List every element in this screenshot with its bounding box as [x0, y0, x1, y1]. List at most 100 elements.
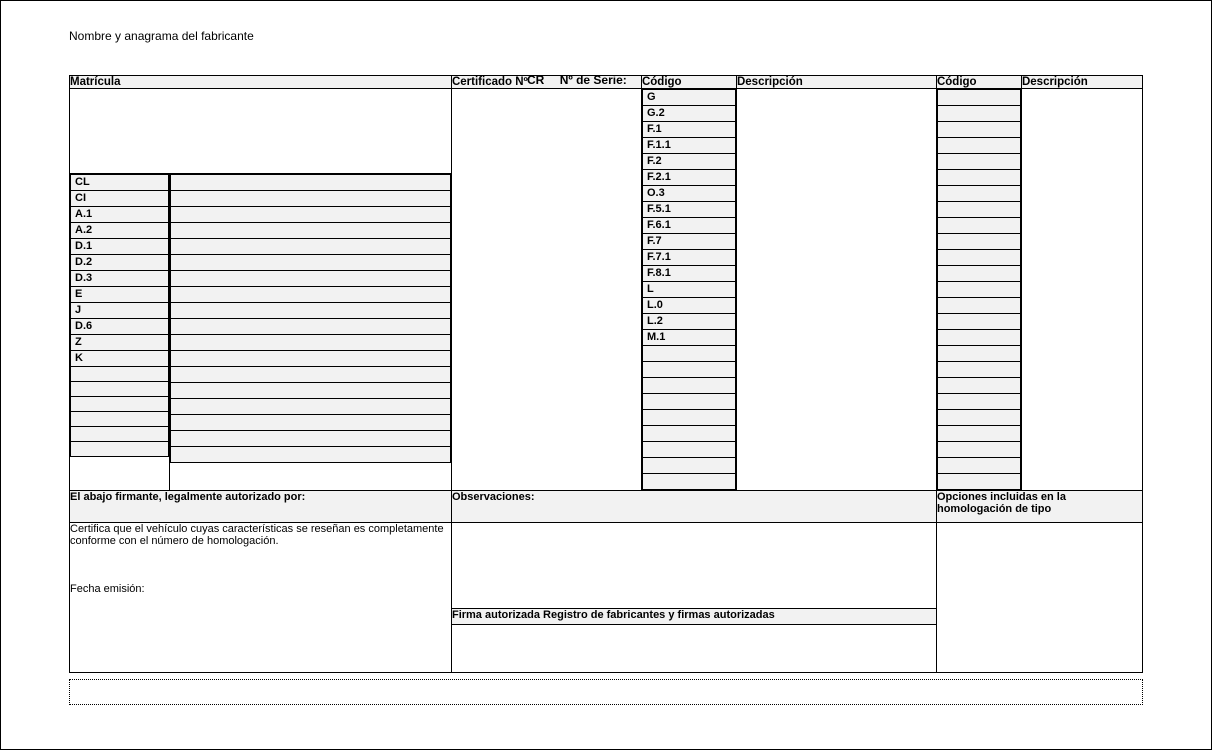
right-desc-blank — [1021, 89, 1142, 491]
right-code-cell — [937, 298, 1020, 314]
mid-code-cell: F.2.1 — [642, 170, 735, 186]
hdr-matricula: Matrícula — [70, 76, 452, 89]
right-code-cell — [937, 154, 1020, 170]
left-code-value — [171, 335, 451, 351]
left-code-value — [171, 383, 451, 399]
right-code-cell — [937, 474, 1020, 490]
left-code-value — [171, 223, 451, 239]
footer-opts-body — [936, 523, 1142, 673]
left-code-cell — [71, 382, 169, 397]
left-code-value — [171, 415, 451, 431]
left-code-cell: A.1 — [71, 207, 169, 223]
right-code-cell — [937, 138, 1020, 154]
manufacturer-label: Nombre y anagrama del fabricante — [69, 29, 1143, 43]
mid-code-cell — [642, 362, 735, 378]
hdr-descripcion-1: Descripción — [736, 76, 936, 89]
right-code-cell — [937, 394, 1020, 410]
hdr-codigo-1: Código — [641, 76, 736, 89]
form-table: Matrícula Certificado Nº Código Descripc… — [69, 75, 1143, 673]
left-code-value — [171, 399, 451, 415]
left-code-cell — [71, 367, 169, 382]
mid-code-cell — [642, 394, 735, 410]
mid-code-cell: L — [642, 282, 735, 298]
left-code-cell — [71, 442, 169, 457]
footer-opts-hdr: Opciones incluidas en la homologación de… — [936, 491, 1142, 523]
footer-obs-body — [451, 523, 936, 609]
right-code-cell — [937, 170, 1020, 186]
mid-code-cell: L.0 — [642, 298, 735, 314]
right-code-cell — [937, 378, 1020, 394]
serial-cr: CR — [527, 73, 544, 87]
mid-code-cell — [642, 410, 735, 426]
right-code-cell — [937, 346, 1020, 362]
footer-obs-hdr: Observaciones: — [451, 491, 936, 523]
right-code-cell — [937, 282, 1020, 298]
mid-code-cell — [642, 442, 735, 458]
left-code-cell: CI — [71, 191, 169, 207]
left-code-cell: D.2 — [71, 255, 169, 271]
left-code-cell: Z — [71, 335, 169, 351]
mid-code-cell: F.8.1 — [642, 266, 735, 282]
mid-code-cell: F.6.1 — [642, 218, 735, 234]
right-code-cell — [937, 330, 1020, 346]
left-codes-values — [170, 174, 452, 491]
mid-code-cell — [642, 378, 735, 394]
mid-code-cell: F.5.1 — [642, 202, 735, 218]
right-code-cell — [937, 442, 1020, 458]
right-code-cell — [937, 106, 1020, 122]
matricula-blank — [70, 89, 452, 174]
footer-fecha: Fecha emisión: — [70, 583, 451, 595]
left-code-cell: K — [71, 351, 169, 367]
mid-desc-blank — [736, 89, 936, 491]
mid-code-cell: F.2 — [642, 154, 735, 170]
hdr-descripcion-2: Descripción — [1021, 76, 1142, 89]
left-code-value — [171, 207, 451, 223]
left-code-value — [171, 367, 451, 383]
left-code-value — [171, 303, 451, 319]
left-code-cell — [71, 412, 169, 427]
left-code-value — [171, 191, 451, 207]
left-code-cell: CL — [71, 175, 169, 191]
serial-line: CR Nº de Serie: — [527, 73, 627, 87]
left-codes-labels: CLCIA.1A.2D.1D.2D.3EJD.6ZK — [70, 174, 170, 491]
right-code-cell — [937, 250, 1020, 266]
mid-code-cell: O.3 — [642, 186, 735, 202]
right-code-cell — [937, 314, 1020, 330]
right-code-cell — [937, 186, 1020, 202]
right-code-cell — [937, 266, 1020, 282]
mid-code-cell: F.7.1 — [642, 250, 735, 266]
left-code-value — [171, 431, 451, 447]
right-code-cell — [937, 90, 1020, 106]
right-code-cell — [937, 234, 1020, 250]
left-code-cell — [71, 427, 169, 442]
left-code-value — [171, 239, 451, 255]
right-code-cell — [937, 202, 1020, 218]
left-code-value — [171, 271, 451, 287]
mid-code-cell: G.2 — [642, 106, 735, 122]
left-code-cell: J — [71, 303, 169, 319]
left-code-value — [171, 255, 451, 271]
right-codes-col — [936, 89, 1021, 491]
mid-code-cell — [642, 474, 735, 490]
dotted-footer — [69, 679, 1143, 705]
mid-code-cell: F.7 — [642, 234, 735, 250]
footer-firma-hdr: Firma autorizada Registro de fabricantes… — [451, 609, 936, 625]
mid-codes-col: GG.2F.1F.1.1F.2F.2.1O.3F.5.1F.6.1F.7F.7.… — [641, 89, 736, 491]
left-code-cell: D.1 — [71, 239, 169, 255]
mid-code-cell: L.2 — [642, 314, 735, 330]
footer-signer-hdr: El abajo firmante, legalmente autorizado… — [70, 491, 452, 523]
footer-certifies: Certifica que el vehículo cuyas caracter… — [70, 523, 451, 547]
left-code-cell: D.6 — [71, 319, 169, 335]
footer-cert-cell: Certifica que el vehículo cuyas caracter… — [70, 523, 452, 673]
left-code-value — [171, 447, 451, 463]
serial-label: Nº de Serie: — [560, 73, 627, 87]
footer-firma-body — [451, 625, 936, 673]
left-code-cell: E — [71, 287, 169, 303]
hdr-codigo-2: Código — [936, 76, 1021, 89]
left-code-cell: D.3 — [71, 271, 169, 287]
mid-code-cell: F.1 — [642, 122, 735, 138]
right-code-cell — [937, 426, 1020, 442]
right-code-cell — [937, 458, 1020, 474]
right-code-cell — [937, 218, 1020, 234]
certificado-blank — [451, 89, 641, 491]
